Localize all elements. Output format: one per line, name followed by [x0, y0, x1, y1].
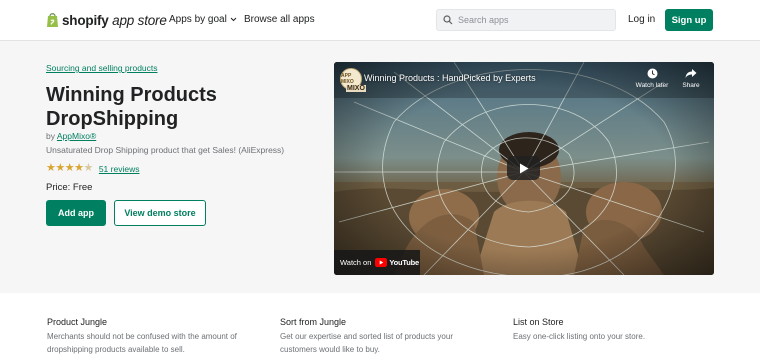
share-arrow-icon [685, 69, 697, 78]
play-button[interactable] [507, 156, 540, 180]
login-link[interactable]: Log in [628, 14, 655, 25]
nav-apps-by-goal[interactable]: Apps by goal [169, 14, 237, 25]
feature-item: List on Store Easy one-click listing ont… [513, 317, 723, 343]
add-app-button[interactable]: Add app [46, 200, 106, 226]
logo-brand: shopify [62, 12, 109, 28]
watch-later-label: Watch later [635, 82, 669, 89]
watch-later-button[interactable]: Watch later [632, 68, 672, 89]
youtube-icon [375, 258, 388, 267]
watch-on-label: Watch on [340, 258, 372, 267]
price: Price: Free [46, 182, 93, 193]
reviews-link[interactable]: 51 reviews [99, 164, 140, 174]
channel-tag: MIXO [346, 85, 366, 92]
feature-description: Get our expertise and sorted list of pro… [280, 332, 453, 354]
search-box[interactable] [436, 9, 616, 31]
view-demo-store-button[interactable]: View demo store [114, 200, 206, 226]
rating: ★★★★★ 51 reviews [46, 163, 139, 174]
feature-title: List on Store [513, 317, 564, 327]
signup-button[interactable]: Sign up [665, 9, 713, 31]
watch-on-youtube-link[interactable]: Watch on YouTube [334, 250, 420, 275]
search-input[interactable] [458, 15, 608, 25]
shopify-app-store-logo[interactable]: shopify app store [46, 11, 167, 29]
chevron-down-icon [230, 17, 237, 22]
shopify-bag-icon [46, 12, 59, 28]
logo-suffix: app store [112, 12, 167, 28]
app-tagline: Unsaturated Drop Shipping product that g… [46, 145, 285, 155]
star-rating-icon: ★★★★★ [46, 162, 93, 174]
developer-line: by AppMixo® [46, 131, 96, 141]
video-player[interactable]: APP MIXO MIXO Winning Products : HandPic… [334, 62, 714, 275]
feature-item: Sort from Jungle Get our expertise and s… [280, 317, 490, 356]
share-button[interactable]: Share [679, 68, 703, 89]
play-icon [519, 163, 528, 173]
feature-description: Merchants should not be confused with th… [47, 332, 237, 354]
feature-item: Product Jungle Merchants should not be c… [47, 317, 257, 356]
feature-description: Easy one-click listing onto your store. [513, 332, 646, 341]
nav-browse-all-apps[interactable]: Browse all apps [244, 14, 315, 25]
developer-link[interactable]: AppMixo® [57, 131, 96, 141]
share-label: Share [682, 82, 700, 89]
video-title[interactable]: Winning Products : HandPicked by Experts [364, 73, 536, 83]
developer-prefix: by [46, 131, 55, 141]
feature-title: Product Jungle [47, 317, 108, 327]
app-title: Winning Products DropShipping [46, 84, 217, 130]
site-header: shopify app store Apps by goal Browse al… [0, 0, 760, 41]
clock-icon [647, 68, 657, 79]
feature-title: Sort from Jungle [280, 317, 347, 327]
nav-apps-by-goal-label: Apps by goal [169, 14, 227, 25]
category-breadcrumb[interactable]: Sourcing and selling products [46, 63, 158, 73]
youtube-wordmark: YouTube [389, 258, 419, 267]
search-icon [443, 15, 453, 25]
app-hero: Sourcing and selling products Winning Pr… [0, 41, 760, 293]
